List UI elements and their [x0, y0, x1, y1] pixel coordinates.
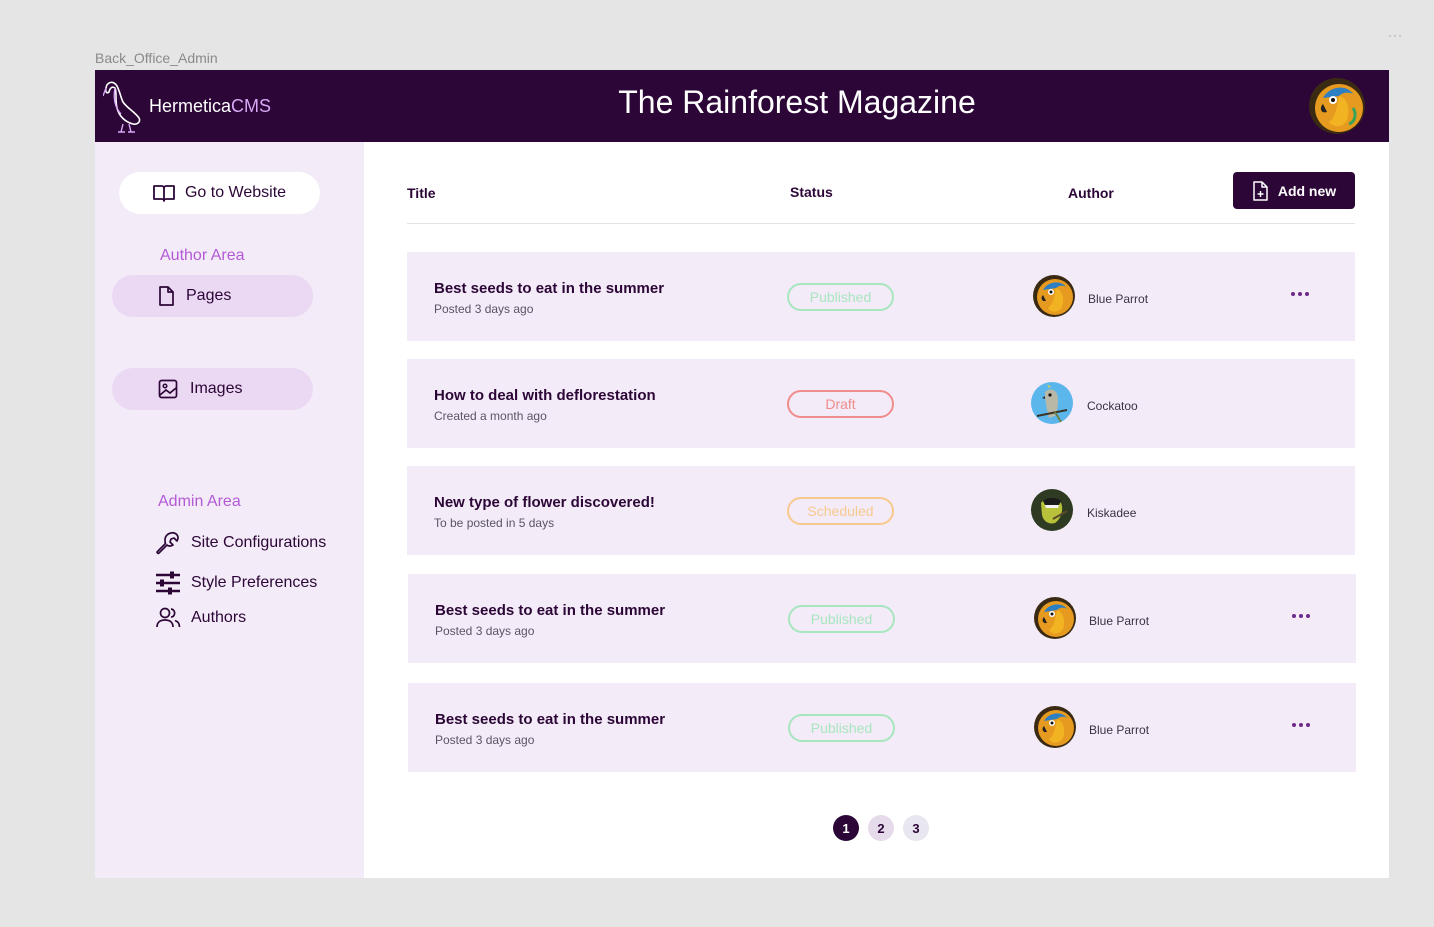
- sidebar-item-style-preferences[interactable]: Style Preferences: [155, 571, 317, 595]
- author-avatar: [1031, 382, 1073, 424]
- post-meta: Posted 3 days ago: [435, 733, 535, 747]
- sidebar-item-label: Images: [190, 380, 243, 397]
- post-meta: To be posted in 5 days: [434, 516, 555, 530]
- parrot-avatar-icon: [1033, 275, 1075, 317]
- parrot-avatar-icon: [1309, 78, 1365, 134]
- page-1-button[interactable]: 1: [833, 815, 859, 841]
- sidebar: Go to Website Author Area Pages Images A…: [95, 142, 364, 878]
- table-row[interactable]: How to deal with deflorestation Created …: [407, 359, 1355, 448]
- admin-area-label: Admin Area: [158, 493, 241, 510]
- post-meta: Posted 3 days ago: [434, 302, 534, 316]
- column-header-title[interactable]: Title: [407, 185, 436, 201]
- header-divider: [407, 223, 1355, 224]
- go-to-website-label: Go to Website: [184, 184, 287, 201]
- author-avatar: [1033, 275, 1075, 317]
- page-3-button[interactable]: 3: [903, 815, 929, 841]
- add-file-icon: [1252, 180, 1268, 201]
- author-name[interactable]: Blue Parrot: [1089, 723, 1149, 737]
- status-badge: Scheduled: [787, 497, 894, 525]
- app-window: HermeticaCMS The Rainforest Magazine Go …: [95, 70, 1389, 878]
- author-name[interactable]: Kiskadee: [1087, 506, 1136, 520]
- sidebar-item-label: Site Configurations: [191, 534, 327, 551]
- top-header: HermeticaCMS The Rainforest Magazine: [95, 70, 1389, 142]
- author-name[interactable]: Blue Parrot: [1088, 292, 1148, 306]
- sidebar-item-site-configurations[interactable]: Site Configurations: [155, 530, 326, 556]
- user-avatar[interactable]: [1309, 78, 1365, 134]
- parrot-avatar-icon: [1034, 597, 1076, 639]
- status-badge: Published: [788, 714, 895, 742]
- kiskadee-avatar-icon: [1031, 489, 1073, 531]
- status-badge: Draft: [787, 390, 894, 418]
- image-icon: [158, 379, 178, 399]
- go-to-website-button[interactable]: Go to Website: [119, 172, 320, 214]
- table-row[interactable]: Best seeds to eat in the summer Posted 3…: [408, 683, 1356, 772]
- post-title[interactable]: Best seeds to eat in the summer: [434, 280, 664, 297]
- author-name[interactable]: Cockatoo: [1087, 399, 1138, 413]
- author-avatar: [1034, 706, 1076, 748]
- users-icon: [155, 607, 181, 629]
- frame-menu-icon[interactable]: ···: [1388, 28, 1403, 42]
- more-options-icon[interactable]: [1290, 716, 1312, 734]
- parrot-avatar-icon: [1034, 706, 1076, 748]
- book-icon: [153, 184, 175, 202]
- column-header-status[interactable]: Status: [790, 184, 833, 200]
- post-meta: Posted 3 days ago: [435, 624, 535, 638]
- author-avatar: [1031, 489, 1073, 531]
- add-new-button[interactable]: Add new: [1233, 172, 1355, 209]
- author-avatar: [1034, 597, 1076, 639]
- sidebar-item-label: Pages: [186, 287, 232, 304]
- page-icon: [158, 286, 174, 306]
- table-row[interactable]: Best seeds to eat in the summer Posted 3…: [408, 574, 1356, 663]
- sidebar-item-pages[interactable]: Pages: [112, 275, 313, 317]
- post-title[interactable]: Best seeds to eat in the summer: [435, 602, 665, 619]
- author-area-label: Author Area: [160, 247, 245, 264]
- magazine-title: The Rainforest Magazine: [618, 84, 976, 120]
- sidebar-item-images[interactable]: Images: [112, 368, 313, 410]
- table-row[interactable]: New type of flower discovered! To be pos…: [407, 466, 1355, 555]
- sidebar-item-label: Authors: [191, 609, 247, 626]
- author-name[interactable]: Blue Parrot: [1089, 614, 1149, 628]
- post-title[interactable]: Best seeds to eat in the summer: [435, 711, 665, 728]
- sidebar-item-label: Style Preferences: [191, 574, 318, 591]
- status-badge: Published: [788, 605, 895, 633]
- cockatoo-avatar-icon: [1031, 382, 1073, 424]
- add-new-label: Add new: [1277, 182, 1337, 199]
- pagination: 1 2 3: [833, 815, 929, 841]
- column-header-author[interactable]: Author: [1068, 185, 1114, 201]
- sidebar-item-authors[interactable]: Authors: [155, 607, 246, 629]
- post-title[interactable]: How to deal with deflorestation: [434, 387, 656, 404]
- page-2-button[interactable]: 2: [868, 815, 894, 841]
- post-meta: Created a month ago: [434, 409, 547, 423]
- wrench-icon: [155, 530, 181, 556]
- more-options-icon[interactable]: [1290, 607, 1312, 625]
- sliders-icon: [155, 571, 181, 595]
- more-options-icon[interactable]: [1289, 285, 1311, 303]
- post-title[interactable]: New type of flower discovered!: [434, 494, 655, 511]
- frame-label: Back_Office_Admin: [95, 50, 218, 66]
- status-badge: Published: [787, 283, 894, 311]
- table-row[interactable]: Best seeds to eat in the summer Posted 3…: [407, 252, 1355, 341]
